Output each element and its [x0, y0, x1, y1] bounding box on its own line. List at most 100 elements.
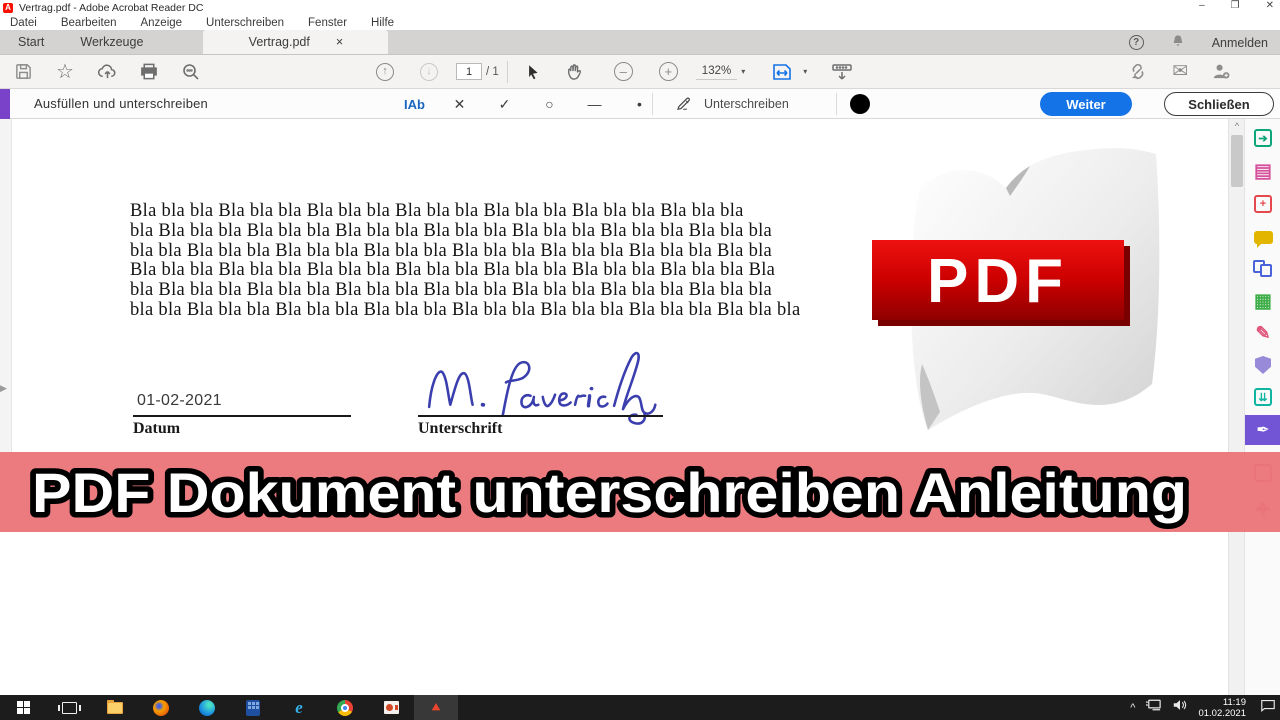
zoom-dropdown-icon[interactable]: ▾ [741, 67, 745, 76]
schliessen-button[interactable]: Schließen [1164, 92, 1274, 116]
edit-pdf-icon[interactable]: ▤ [1245, 157, 1280, 185]
page-number-input[interactable]: 1 [456, 63, 482, 80]
pdf-badge-label: PDF [927, 247, 1069, 316]
create-pdf-icon[interactable]: + [1245, 190, 1280, 218]
edge-button[interactable] [184, 695, 230, 720]
close-button[interactable]: ✕ [1266, 0, 1274, 11]
menu-unterschreiben[interactable]: Unterschreiben [206, 17, 284, 29]
organize-pages-icon[interactable]: ▦ [1245, 287, 1280, 315]
tab-vertrag-pdf[interactable]: Vertrag.pdf × [203, 30, 389, 54]
clock-date: 01.02.2021 [1198, 707, 1246, 719]
color-swatch-black[interactable] [850, 94, 870, 114]
menu-anzeige[interactable]: Anzeige [140, 17, 182, 29]
circle-tool[interactable]: ○ [527, 89, 572, 119]
menu-hilfe[interactable]: Hilfe [371, 17, 394, 29]
cloud-upload-icon[interactable] [90, 58, 124, 86]
zoom-in-icon[interactable]: + [658, 62, 678, 81]
scrollbar-thumb[interactable] [1231, 135, 1243, 187]
add-person-icon[interactable] [1203, 58, 1237, 86]
firefox-button[interactable] [138, 695, 184, 720]
compress-pdf-icon[interactable]: ⇊ [1245, 383, 1280, 411]
acrobat-taskbar-button-active[interactable]: ⯅ [414, 695, 458, 720]
hand-tool-icon[interactable] [558, 58, 592, 86]
action-center-icon[interactable] [1260, 698, 1276, 717]
bell-icon[interactable] [1170, 33, 1186, 52]
previous-page-icon[interactable]: ↑ [376, 62, 394, 81]
body-text-line: bla bla Bla bla bla Bla bla bla Bla bla … [130, 300, 801, 320]
vertical-scrollbar[interactable]: ^ [1228, 119, 1244, 695]
body-text-line: Bla bla bla Bla bla bla Bla bla bla Bla … [130, 201, 744, 221]
print-icon[interactable] [132, 58, 166, 86]
screen: A Vertrag.pdf - Adobe Acrobat Reader DC … [0, 0, 1280, 720]
search-icon[interactable] [174, 58, 208, 86]
comment-icon[interactable] [1245, 223, 1280, 251]
speaker-icon[interactable] [1172, 698, 1188, 717]
body-text-line: bla bla Bla bla bla Bla bla bla Bla bla … [130, 241, 773, 261]
save-icon[interactable] [6, 58, 40, 86]
tray-chevron-icon[interactable]: ^ [1130, 702, 1135, 714]
menu-datei[interactable]: Datei [10, 17, 37, 29]
acrobat-icon: ⯅ [430, 699, 442, 715]
tab-close-icon[interactable]: × [336, 35, 343, 49]
tab-label: Vertrag.pdf [248, 35, 310, 49]
tab-start[interactable]: Start [0, 30, 62, 54]
minimize-button[interactable]: – [1199, 0, 1205, 11]
document-page: ▶ Bla bla bla Bla bla bla Bla bla bla Bl… [0, 119, 1280, 695]
pdf-clipart: PDF [862, 132, 1184, 451]
sign-button-label: Unterschreiben [704, 97, 789, 111]
sign-button[interactable]: Unterschreiben [662, 89, 803, 119]
select-tool-icon[interactable] [516, 58, 550, 86]
share-link-icon[interactable] [1121, 58, 1155, 86]
fit-width-icon[interactable] [765, 58, 799, 86]
next-page-icon[interactable]: ↓ [420, 62, 438, 81]
fill-sign-title: Ausfüllen und unterschreiben [34, 96, 208, 111]
left-panel-strip [0, 119, 12, 452]
network-icon[interactable] [1145, 698, 1162, 717]
restore-button[interactable]: ❐ [1231, 0, 1240, 11]
certificates-tool-active[interactable]: ✒ [1245, 415, 1280, 445]
date-field-value[interactable]: 01-02-2021 [137, 392, 222, 410]
help-icon[interactable]: ? [1128, 35, 1144, 50]
fill-sign-icon[interactable]: ✎ [1245, 319, 1280, 347]
dot-tool[interactable]: • [617, 89, 662, 119]
zoom-level-value[interactable]: 132% [695, 63, 738, 80]
scroll-mode-icon[interactable] [825, 58, 859, 86]
fit-dropdown-icon[interactable]: ▾ [803, 67, 807, 76]
line-tool[interactable]: — [572, 89, 617, 119]
export-pdf-icon[interactable]: ➔ [1245, 124, 1280, 152]
tab-werkzeuge[interactable]: Werkzeuge [62, 30, 161, 54]
calculator-button[interactable] [230, 695, 276, 720]
file-explorer-button[interactable] [92, 695, 138, 720]
menu-fenster[interactable]: Fenster [308, 17, 347, 29]
weiter-button[interactable]: Weiter [1040, 92, 1132, 116]
internet-explorer-icon: e [295, 697, 303, 717]
email-icon[interactable]: ✉ [1163, 58, 1197, 86]
task-view-icon [57, 701, 81, 714]
powerpoint-button[interactable] [368, 695, 414, 720]
star-icon[interactable]: ☆ [48, 58, 82, 86]
sign-in-link[interactable]: Anmelden [1212, 36, 1268, 50]
combine-files-icon[interactable] [1245, 255, 1280, 283]
edge-icon [199, 699, 215, 716]
panel-expand-icon[interactable]: ▶ [0, 383, 7, 394]
video-title-banner: PDF Dokument unterschreiben Anleitung [0, 452, 1280, 532]
windows-taskbar: e ⯅ ^ 11:19 01.02.2021 [0, 695, 1280, 720]
scroll-up-icon[interactable]: ^ [1229, 121, 1245, 131]
taskbar-clock[interactable]: 11:19 01.02.2021 [1198, 697, 1246, 719]
zoom-out-icon[interactable]: – [613, 62, 633, 81]
main-toolbar: ☆ ↑ ↓ 1 / 1 – + 132% ▾ ▾ ✉ [0, 55, 1280, 89]
powerpoint-icon [383, 701, 399, 714]
protect-icon[interactable] [1245, 351, 1280, 379]
calculator-icon [246, 699, 260, 716]
page-total-label: / 1 [486, 65, 499, 78]
body-text-line: bla Bla bla bla Bla bla bla Bla bla bla … [130, 280, 773, 300]
start-button[interactable] [0, 695, 46, 720]
date-label: Datum [133, 420, 181, 437]
internet-explorer-button[interactable]: e [276, 695, 322, 720]
menu-bearbeiten[interactable]: Bearbeiten [61, 17, 117, 29]
chrome-button[interactable] [322, 695, 368, 720]
add-text-tool[interactable]: IAb [392, 89, 437, 119]
cross-tool[interactable]: ✕ [437, 89, 482, 119]
checkmark-tool[interactable]: ✓ [482, 89, 527, 119]
task-view-button[interactable] [46, 695, 92, 720]
